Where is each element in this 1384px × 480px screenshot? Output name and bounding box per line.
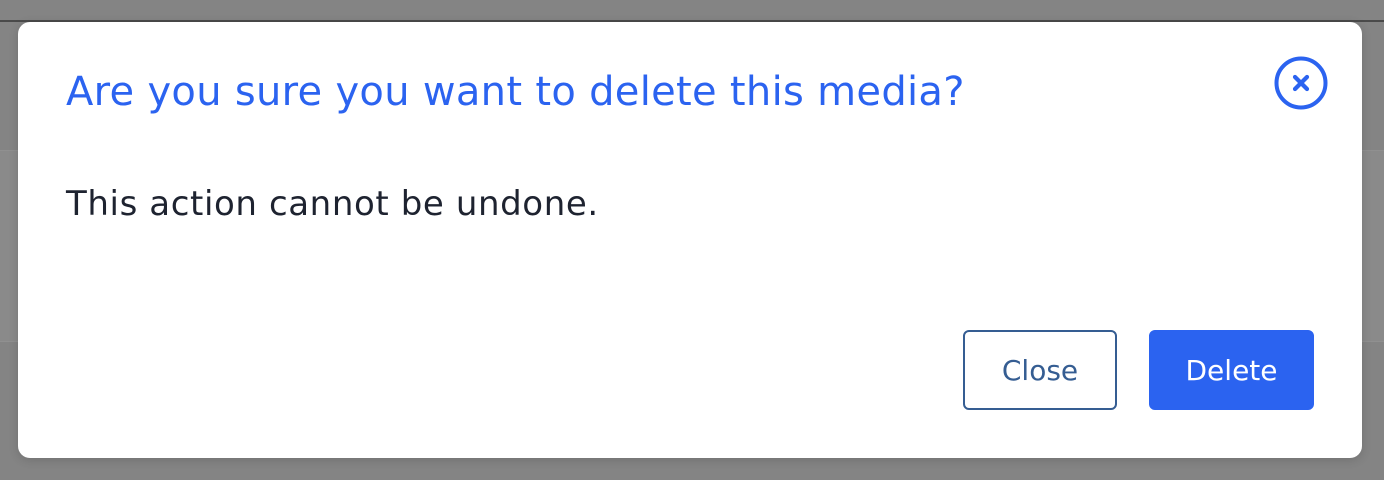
dialog-title: Are you sure you want to delete this med… xyxy=(66,69,965,115)
close-button[interactable]: Close xyxy=(963,330,1117,410)
dialog-close-button[interactable] xyxy=(1274,56,1328,110)
dialog-message: This action cannot be undone. xyxy=(66,184,599,224)
delete-button[interactable]: Delete xyxy=(1149,330,1314,410)
delete-media-dialog: Are you sure you want to delete this med… xyxy=(18,22,1362,458)
close-circle-icon xyxy=(1274,56,1328,110)
